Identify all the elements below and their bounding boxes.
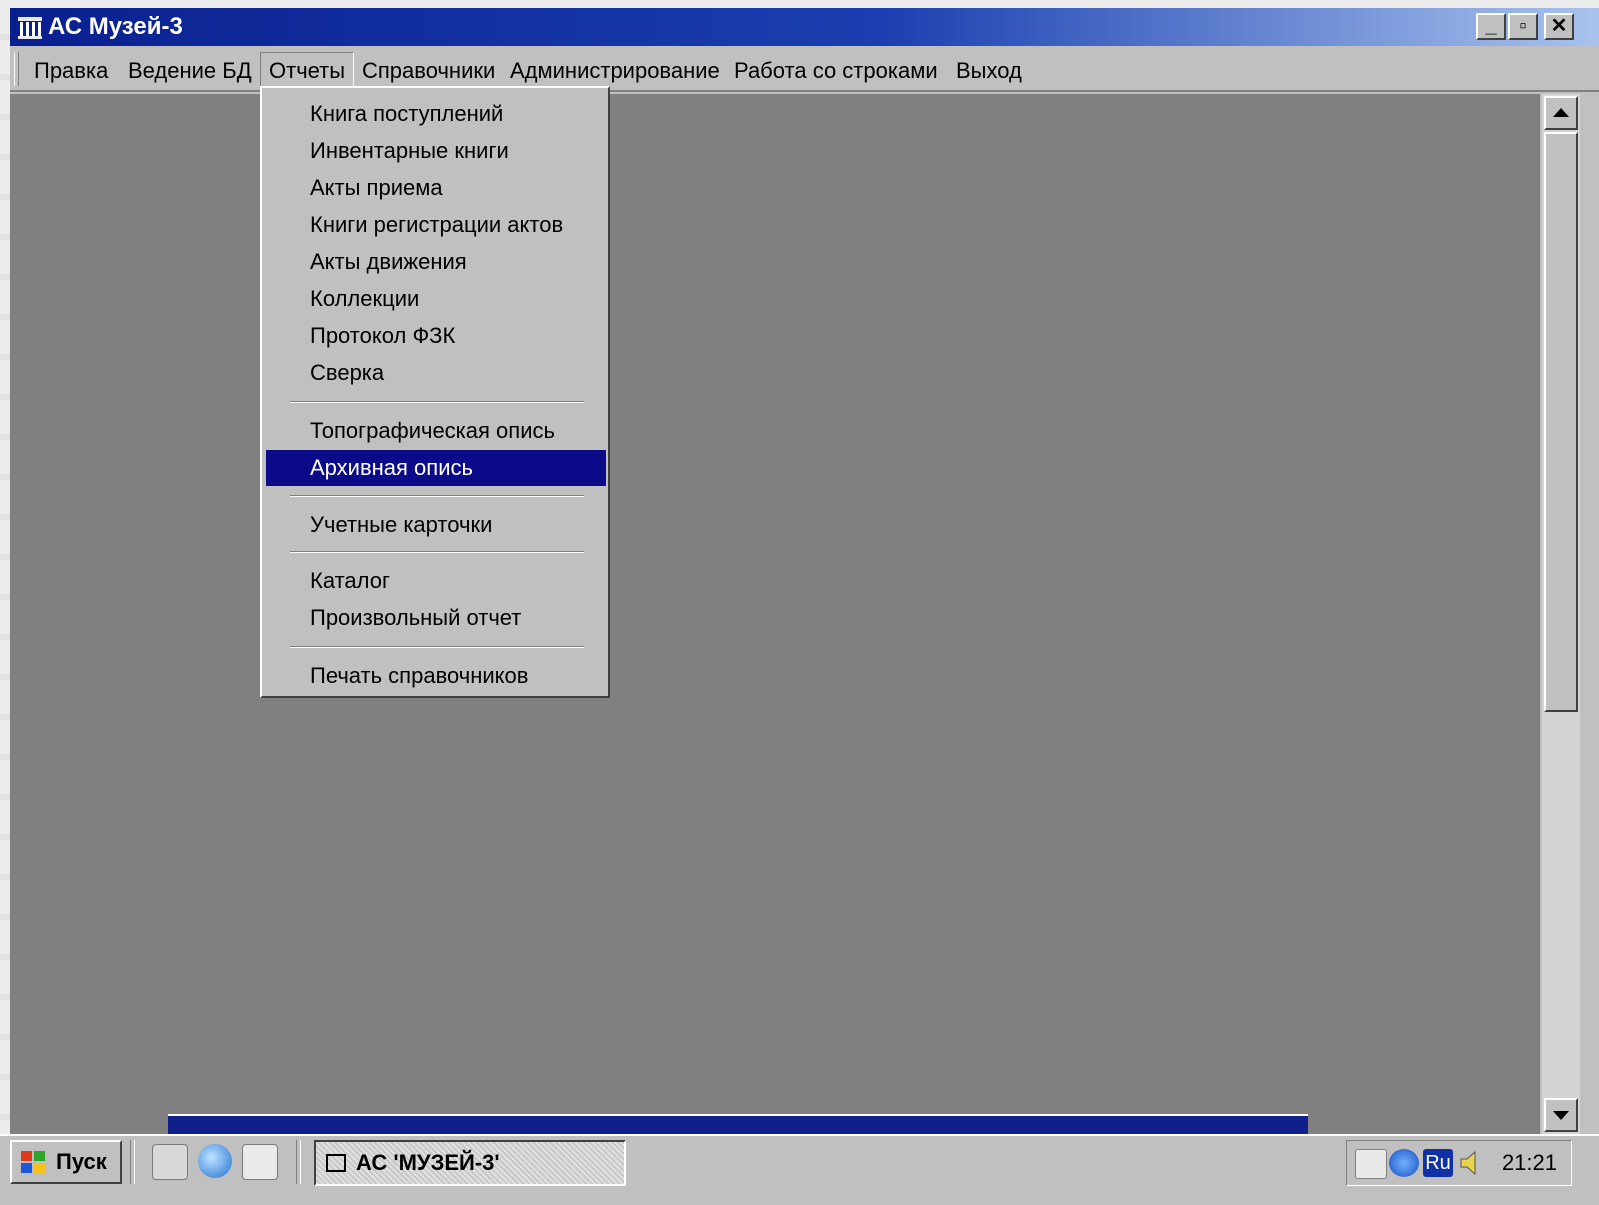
- title-bar[interactable]: АС Музей-3 _ ▫ ✕: [10, 8, 1599, 46]
- minimize-button[interactable]: _: [1476, 13, 1506, 40]
- menu-separator: [290, 495, 584, 497]
- menu-separator: [290, 401, 584, 403]
- minimized-child-window[interactable]: [168, 1114, 1308, 1136]
- clock: 21:21: [1501, 1150, 1557, 1175]
- menu-item-pechat-spravochnikov[interactable]: Печать справочников: [266, 658, 606, 694]
- start-button[interactable]: Пуск: [10, 1140, 122, 1184]
- menu-item-kniga-postupleniy[interactable]: Книга поступлений: [266, 96, 606, 132]
- menu-item-akty-priema[interactable]: Акты приема: [266, 170, 606, 206]
- scroll-thumb[interactable]: [1544, 132, 1578, 712]
- maximize-button[interactable]: ▫: [1508, 13, 1538, 40]
- scroll-up-button[interactable]: [1544, 96, 1578, 130]
- menu-item-sverka[interactable]: Сверка: [266, 355, 606, 391]
- network-monitor-icon[interactable]: [1389, 1149, 1419, 1177]
- menu-item-proizvolnyy-otchet[interactable]: Произвольный отчет: [266, 600, 606, 636]
- menu-item-akty-dvizheniya[interactable]: Акты движения: [266, 244, 606, 280]
- menu-item-inventarnye-knigi[interactable]: Инвентарные книги: [266, 133, 606, 169]
- menu-administrirovanie[interactable]: Администрирование: [510, 56, 720, 86]
- menu-otchety[interactable]: Отчеты: [260, 52, 355, 88]
- taskbar-app-button[interactable]: АС 'МУЗЕЙ-3': [314, 1140, 626, 1186]
- menu-item-protokol-fzk[interactable]: Протокол ФЗК: [266, 318, 606, 354]
- system-tray: Ru 21:21: [1346, 1140, 1572, 1186]
- show-desktop-icon[interactable]: [152, 1144, 188, 1180]
- window-title: АС Музей-3: [48, 13, 183, 40]
- menu-vedenie-bd[interactable]: Ведение БД: [128, 56, 252, 86]
- menu-item-kollektsii[interactable]: Коллекции: [266, 281, 606, 317]
- menu-item-topograficheskaya-opis[interactable]: Топографическая опись: [266, 413, 606, 449]
- taskbar-separator: [296, 1140, 301, 1184]
- menu-item-knigi-registratsii-aktov[interactable]: Книги регистрации актов: [266, 207, 606, 243]
- outlook-express-icon[interactable]: [242, 1144, 278, 1180]
- menu-bar: Правка Ведение БД Отчеты Справочники Адм…: [10, 48, 1599, 92]
- app-window: АС Музей-3 _ ▫ ✕ Правка Ведение БД Отчет…: [10, 8, 1599, 1136]
- close-button[interactable]: ✕: [1544, 13, 1574, 40]
- menu-pravka[interactable]: Правка: [34, 56, 108, 86]
- menubar-grip[interactable]: [14, 52, 19, 86]
- internet-explorer-icon[interactable]: [198, 1144, 232, 1178]
- windows-flag-icon: [21, 1151, 45, 1173]
- app-window-icon: [326, 1154, 346, 1172]
- arrow-up-icon: [1553, 108, 1569, 117]
- vertical-scrollbar[interactable]: [1542, 94, 1580, 1134]
- mdi-client-area: [10, 94, 1540, 1134]
- taskbar-separator: [130, 1140, 135, 1184]
- menu-separator: [290, 646, 584, 648]
- taskbar: Пуск АС 'МУЗЕЙ-3' Ru 21:21: [0, 1134, 1599, 1205]
- arrow-down-icon: [1553, 1111, 1569, 1120]
- menu-vykhod[interactable]: Выход: [956, 56, 1022, 86]
- taskbar-app-label: АС 'МУЗЕЙ-3': [356, 1150, 500, 1175]
- language-indicator[interactable]: Ru: [1423, 1149, 1453, 1177]
- scroll-down-button[interactable]: [1544, 1098, 1578, 1132]
- menu-item-uchetnye-kartochki[interactable]: Учетные карточки: [266, 507, 606, 543]
- menu-rabota-so-strokami[interactable]: Работа со строками: [734, 56, 938, 86]
- reports-dropdown-menu: Книга поступлений Инвентарные книги Акты…: [260, 86, 610, 698]
- menu-item-katalog[interactable]: Каталог: [266, 563, 606, 599]
- start-label: Пуск: [56, 1149, 107, 1174]
- menu-separator: [290, 551, 584, 553]
- museum-icon: [18, 17, 42, 39]
- menu-spravochniki[interactable]: Справочники: [362, 56, 495, 86]
- menu-item-arkhivnaya-opis[interactable]: Архивная опись: [266, 450, 606, 486]
- scheduler-icon[interactable]: [1355, 1149, 1387, 1179]
- speaker-icon[interactable]: [1457, 1149, 1487, 1177]
